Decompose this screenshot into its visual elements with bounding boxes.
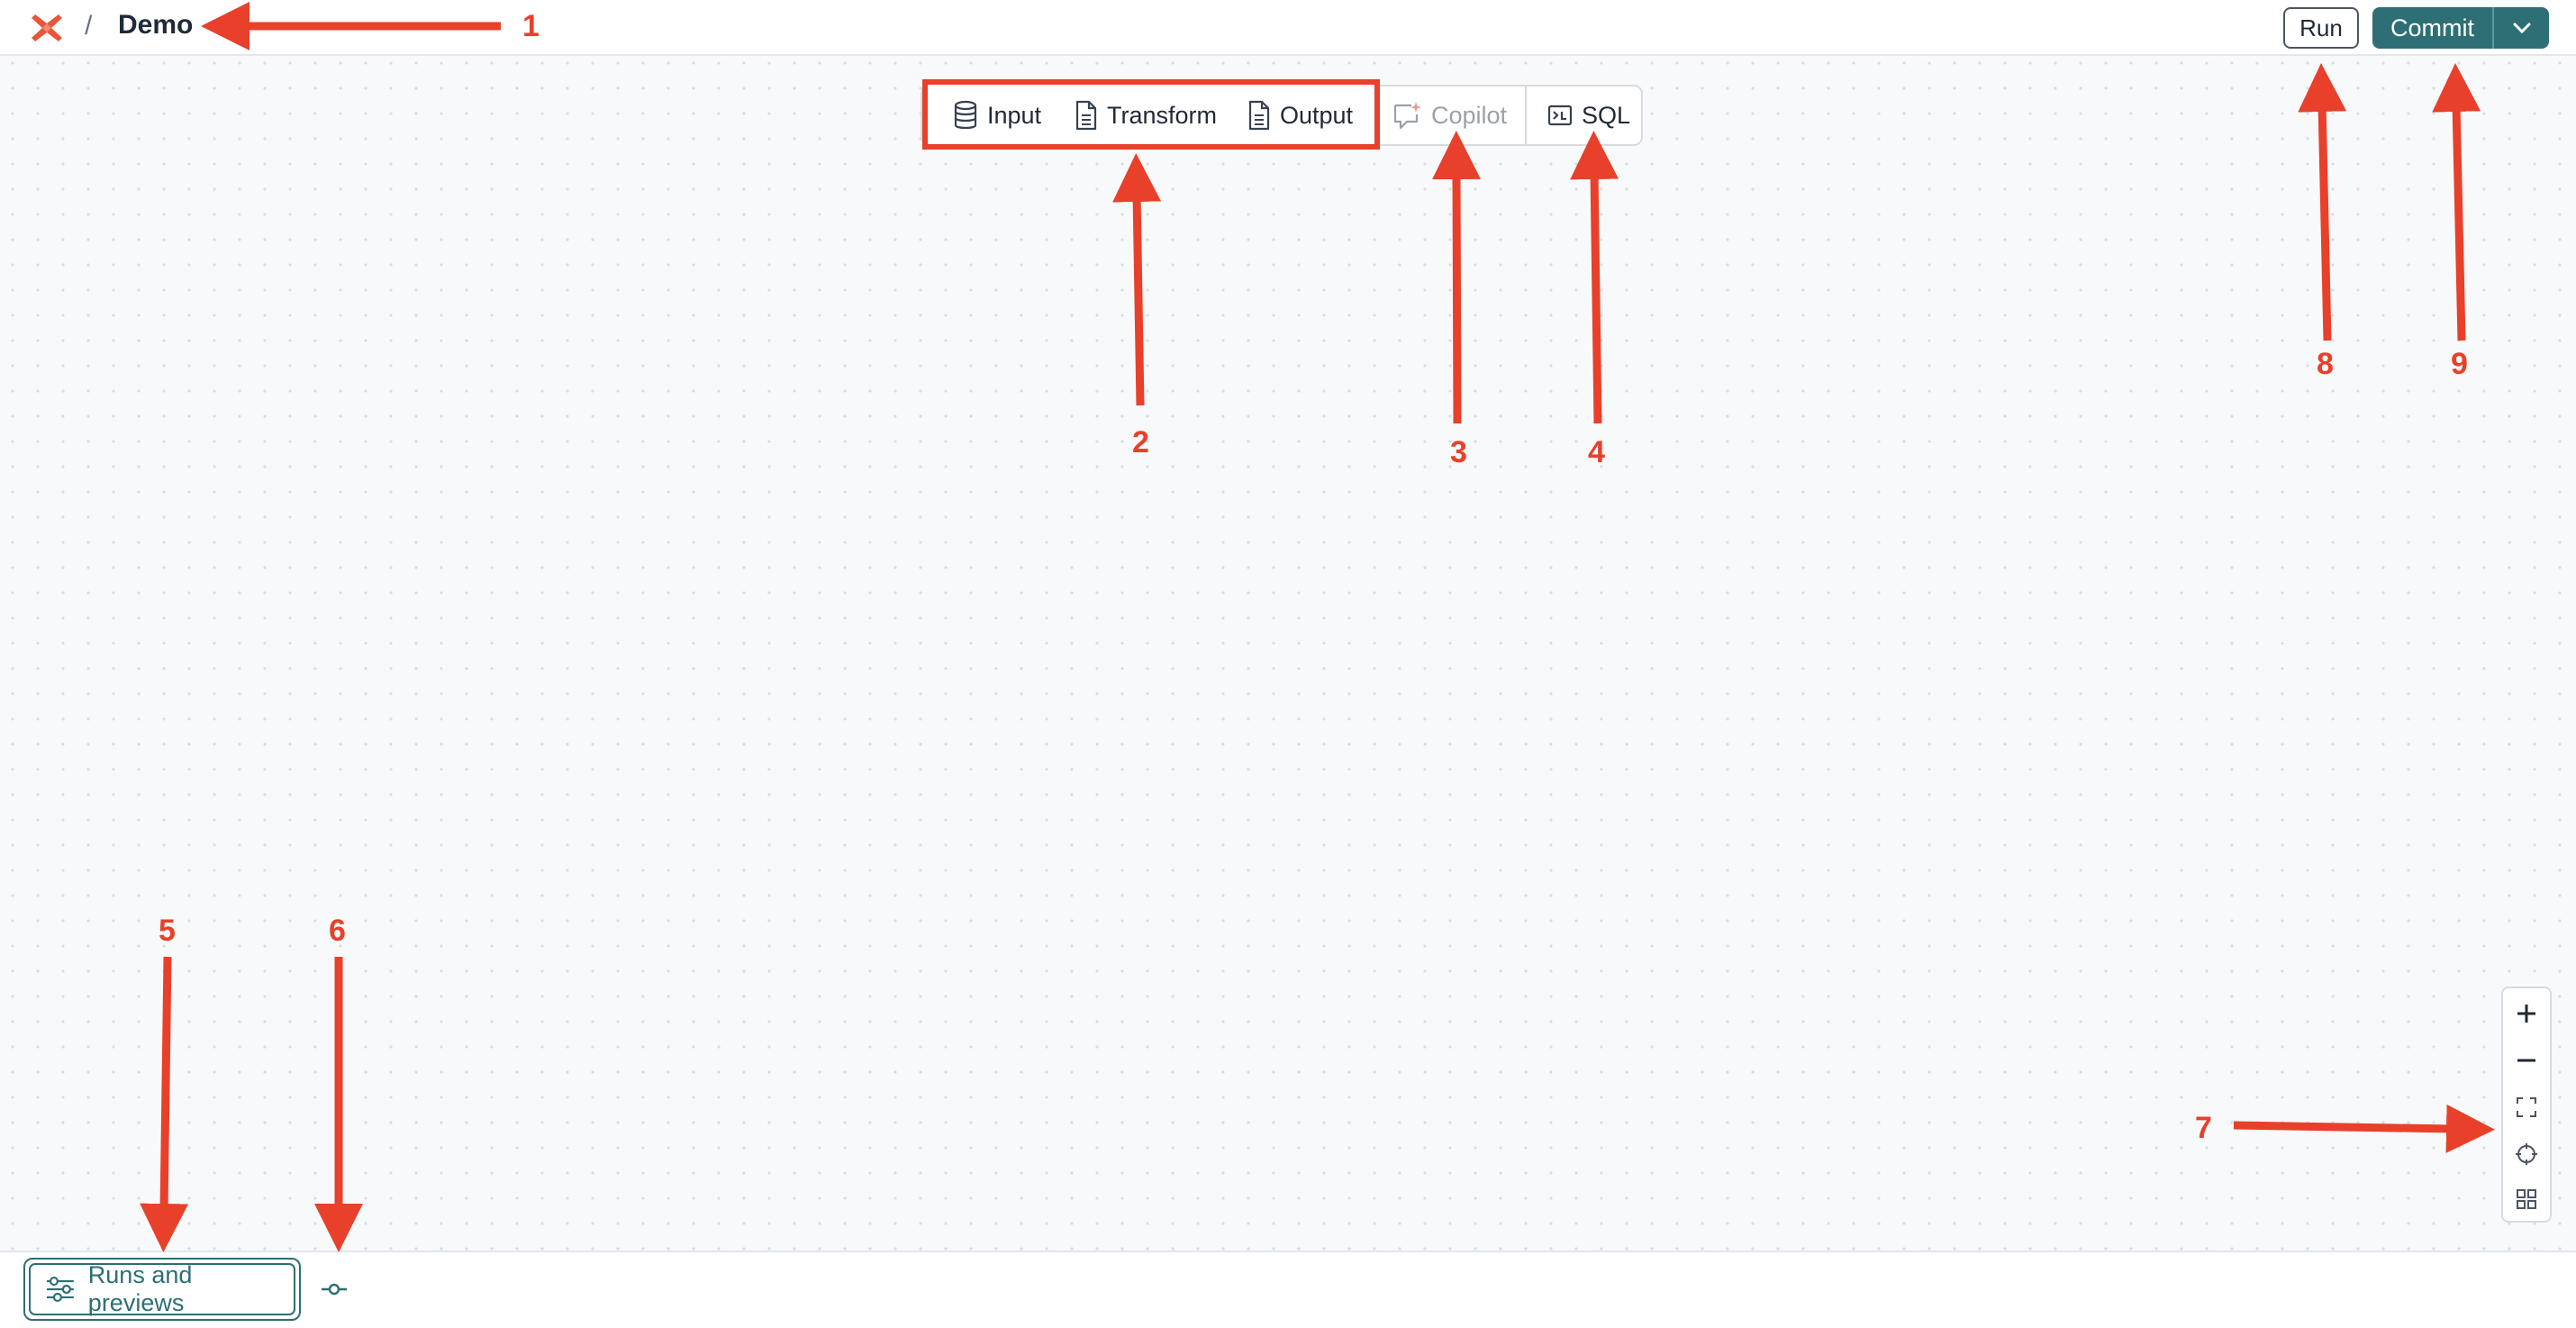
zoom-out-button[interactable] <box>2503 1037 2550 1084</box>
annotation-label-5: 5 <box>159 914 176 948</box>
minimap-button[interactable] <box>2503 1176 2550 1223</box>
toolbar-divider <box>1525 86 1527 144</box>
commit-graph-icon <box>322 1283 347 1296</box>
annotation-label-3: 3 <box>1450 435 1467 469</box>
commit-button-group: Commit <box>2372 7 2549 49</box>
zoom-out-icon <box>2517 1059 2535 1062</box>
annotation-arrow-3 <box>1432 131 1482 424</box>
annotation-label-2: 2 <box>1132 425 1149 459</box>
zoom-controls <box>2501 987 2552 1223</box>
runs-and-previews-label: Runs and previews <box>87 1261 193 1316</box>
copilot-icon <box>1393 102 1421 130</box>
toolbar-transform-button[interactable]: Transform <box>1075 85 1217 146</box>
runs-and-previews-inner: Runs and previews <box>29 1261 295 1316</box>
annotation-overlay <box>140 2 2495 1252</box>
toolbar-copilot-button[interactable]: Copilot <box>1392 85 1507 146</box>
annotation-arrow-4 <box>1570 131 1619 424</box>
annotation-label-4: 4 <box>1588 435 1605 469</box>
run-button[interactable]: Run <box>2283 7 2359 49</box>
zoom-in-icon <box>2517 1005 2535 1023</box>
annotation-label-6: 6 <box>329 914 346 948</box>
sql-terminal-icon <box>1547 105 1573 126</box>
minimap-icon <box>2517 1189 2536 1209</box>
fit-view-button[interactable] <box>2503 1084 2550 1131</box>
toolbar-input-label: Input <box>987 101 1042 129</box>
toolbar-sql-button[interactable]: SQL <box>1547 85 1630 146</box>
project-title[interactable]: Demo <box>118 10 193 41</box>
toolbar-copilot-label: Copilot <box>1431 101 1508 129</box>
breadcrumb-separator: / <box>85 11 93 41</box>
annotation-label-9: 9 <box>2451 347 2468 381</box>
toolbar-output-button[interactable]: Output <box>1247 85 1353 146</box>
toolbar-sql-label: SQL <box>1582 101 1631 129</box>
commit-menu-button[interactable] <box>2494 7 2549 49</box>
toolbar-transform-label: Transform <box>1107 101 1218 129</box>
annotation-label-1: 1 <box>522 9 540 43</box>
toolbar-output-label: Output <box>1280 101 1354 129</box>
database-icon <box>954 100 977 130</box>
runs-sliders-icon <box>46 1276 74 1303</box>
annotation-arrow-8 <box>2298 63 2347 341</box>
fit-view-icon <box>2517 1097 2536 1117</box>
annotation-label-7: 7 <box>2195 1111 2212 1145</box>
chevron-down-icon <box>2513 23 2530 34</box>
annotation-arrow-9 <box>2432 63 2481 341</box>
document-icon <box>1248 100 1270 131</box>
top-bar: / Demo Run Commit <box>0 0 2576 56</box>
app-logo-icon[interactable] <box>30 11 64 45</box>
annotation-arrow-5 <box>140 956 189 1252</box>
zoom-in-button[interactable] <box>2503 990 2550 1037</box>
commit-graph-button[interactable] <box>321 1276 348 1303</box>
commit-button[interactable]: Commit <box>2372 7 2494 49</box>
bottom-bar <box>0 1251 2576 1328</box>
annotation-label-8: 8 <box>2317 347 2334 381</box>
toolbar-input-button[interactable]: Input <box>953 85 1041 146</box>
center-view-icon <box>2516 1143 2537 1165</box>
center-view-button[interactable] <box>2503 1131 2550 1178</box>
annotation-arrow-2 <box>1112 153 1162 406</box>
runs-and-previews-button[interactable]: Runs and previews <box>23 1258 301 1321</box>
annotation-arrow-7 <box>2233 1104 2495 1153</box>
document-icon <box>1075 100 1097 131</box>
